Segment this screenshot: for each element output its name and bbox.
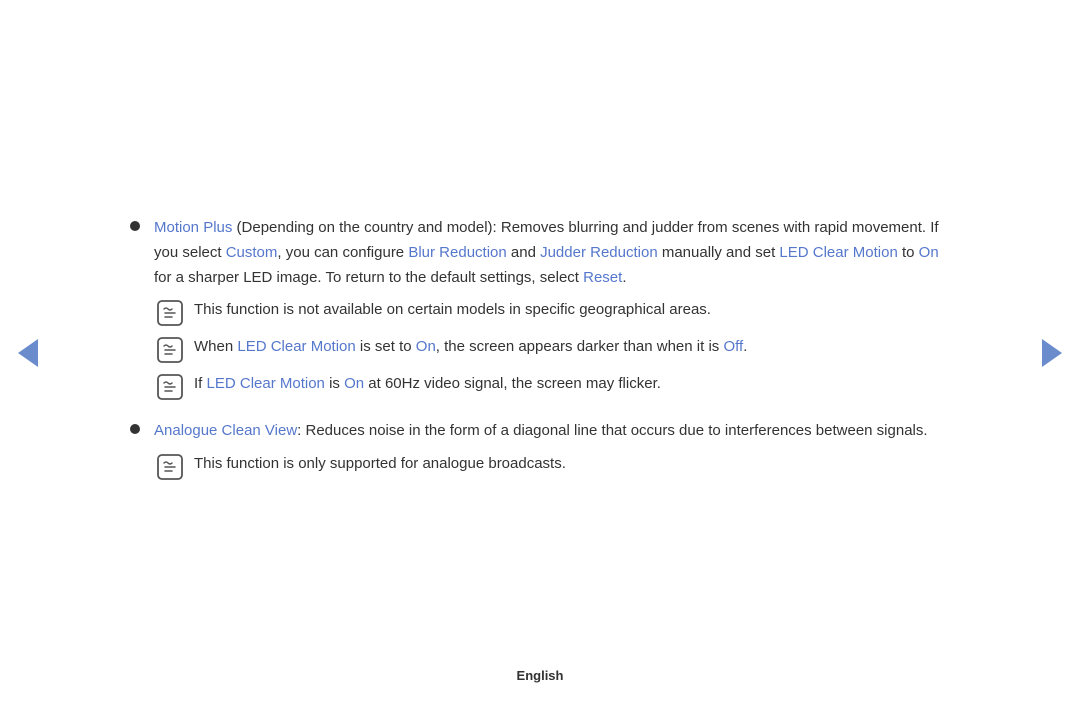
on-link2[interactable]: On <box>416 338 436 355</box>
note-icon-1 <box>156 299 184 327</box>
note-1-text: This function is not available on certai… <box>194 298 950 323</box>
bullet-content-analogue: Analogue Clean View: Reduces noise in th… <box>154 419 950 481</box>
blur-reduction-link[interactable]: Blur Reduction <box>408 244 506 261</box>
on-link3[interactable]: On <box>344 375 364 392</box>
nav-arrow-right[interactable] <box>1042 339 1062 367</box>
custom-link[interactable]: Custom <box>226 244 278 261</box>
bullet-list: Motion Plus (Depending on the country an… <box>130 216 950 481</box>
analogue-text: : Reduces noise in the form of a diagona… <box>297 422 927 439</box>
bullet-item-motion-plus: Motion Plus (Depending on the country an… <box>130 216 950 401</box>
judder-reduction-link[interactable]: Judder Reduction <box>540 244 658 261</box>
note-2-text: When LED Clear Motion is set to On, the … <box>194 335 950 360</box>
nav-arrow-left[interactable] <box>18 339 38 367</box>
motion-plus-text5: to <box>898 244 919 261</box>
note-2: When LED Clear Motion is set to On, the … <box>156 335 950 364</box>
motion-plus-text3: and <box>507 244 540 261</box>
content-area: Motion Plus (Depending on the country an… <box>110 186 970 519</box>
bullet-item-analogue: Analogue Clean View: Reduces noise in th… <box>130 419 950 481</box>
analogue-clean-view-link[interactable]: Analogue Clean View <box>154 422 297 439</box>
note-icon-3 <box>156 373 184 401</box>
note-icon-4 <box>156 453 184 481</box>
note-3: If LED Clear Motion is On at 60Hz video … <box>156 372 950 401</box>
motion-plus-text6: for a sharper LED image. To return to th… <box>154 269 583 286</box>
analogue-notes: This function is only supported for anal… <box>154 452 950 481</box>
off-link[interactable]: Off <box>723 338 743 355</box>
bullet-content-motion-plus: Motion Plus (Depending on the country an… <box>154 216 950 401</box>
reset-link[interactable]: Reset <box>583 269 622 286</box>
led-clear-motion-link3[interactable]: LED Clear Motion <box>207 375 325 392</box>
motion-plus-text2: , you can configure <box>277 244 408 261</box>
note-icon-2 <box>156 336 184 364</box>
on-link1[interactable]: On <box>919 244 939 261</box>
note-4-text: This function is only supported for anal… <box>194 452 950 477</box>
bullet-dot-2 <box>130 424 140 434</box>
page-container: Motion Plus (Depending on the country an… <box>0 0 1080 705</box>
bullet-dot <box>130 221 140 231</box>
footer-language: English <box>517 668 564 683</box>
led-clear-motion-link1[interactable]: LED Clear Motion <box>779 244 897 261</box>
led-clear-motion-link2[interactable]: LED Clear Motion <box>237 338 355 355</box>
note-1: This function is not available on certai… <box>156 298 950 327</box>
motion-plus-link[interactable]: Motion Plus <box>154 219 232 236</box>
motion-plus-text4: manually and set <box>658 244 780 261</box>
motion-plus-notes: This function is not available on certai… <box>154 298 950 401</box>
motion-plus-text7: . <box>622 269 626 286</box>
note-4: This function is only supported for anal… <box>156 452 950 481</box>
note-3-text: If LED Clear Motion is On at 60Hz video … <box>194 372 950 397</box>
